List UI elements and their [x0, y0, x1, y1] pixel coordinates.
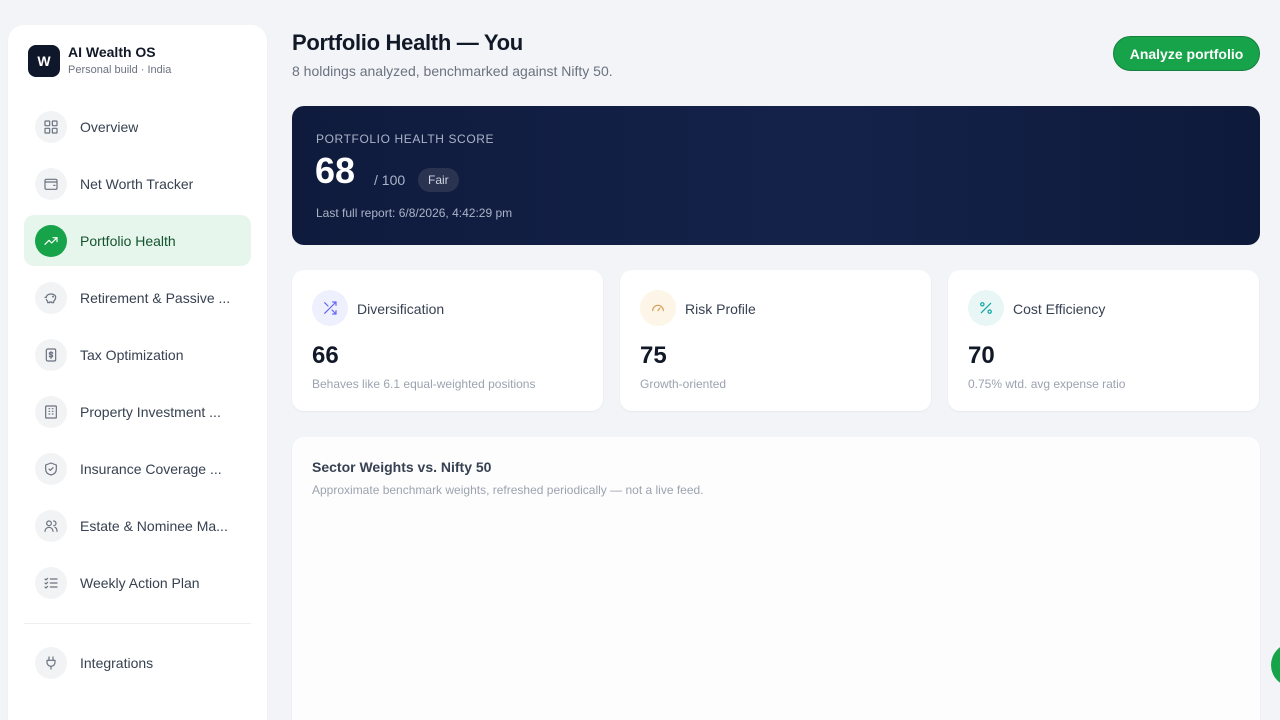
- wallet-icon: [35, 167, 67, 200]
- diversification-card[interactable]: Diversification 66 Behaves like 6.1 equa…: [292, 270, 603, 411]
- metric-value: 66: [312, 342, 339, 369]
- sidebar-item-weekly-action-plan[interactable]: Weekly Action Plan: [24, 557, 251, 608]
- health-score-card: PORTFOLIO HEALTH SCORE 68 / 100 Fair Las…: [292, 106, 1260, 245]
- shield-icon: [35, 452, 67, 485]
- last-report-timestamp: Last full report: 6/8/2026, 4:42:29 pm: [316, 206, 513, 220]
- sidebar-divider: [24, 623, 251, 624]
- sidebar-item-insurance-coverage[interactable]: Insurance Coverage ...: [24, 443, 251, 494]
- sidebar-item-label: Portfolio Health: [80, 232, 176, 249]
- plug-icon: [35, 646, 67, 679]
- sidebar-nav: Overview Net Worth Tracker Portfolio Hea…: [24, 101, 251, 614]
- piggy-bank-icon: [35, 281, 67, 314]
- sidebar-item-tax-optimization[interactable]: Tax Optimization: [24, 329, 251, 380]
- app-name: AI Wealth OS: [68, 44, 156, 60]
- sector-weights-title: Sector Weights vs. Nifty 50: [312, 459, 492, 475]
- app-subtitle: Personal build · India: [68, 64, 172, 76]
- sidebar-item-integrations[interactable]: Integrations: [24, 637, 251, 688]
- metric-value: 70: [968, 342, 995, 369]
- sector-weights-subtitle: Approximate benchmark weights, refreshed…: [312, 483, 704, 497]
- health-score-label: PORTFOLIO HEALTH SCORE: [316, 132, 495, 146]
- sidebar-item-label: Net Worth Tracker: [80, 175, 194, 192]
- metric-description: 0.75% wtd. avg expense ratio: [968, 377, 1126, 391]
- sidebar-item-label: Tax Optimization: [80, 346, 184, 363]
- metric-description: Behaves like 6.1 equal-weighted position…: [312, 377, 536, 391]
- sidebar-item-portfolio-health[interactable]: Portfolio Health: [24, 215, 251, 266]
- sidebar-item-label: Integrations: [80, 654, 154, 671]
- building-icon: [35, 395, 67, 428]
- metric-value: 75: [640, 342, 667, 369]
- sidebar-item-label: Estate & Nominee Ma...: [80, 517, 228, 534]
- sidebar-item-label: Property Investment ...: [80, 403, 221, 420]
- sidebar-item-estate-nominee[interactable]: Estate & Nominee Ma...: [24, 500, 251, 551]
- page-title: Portfolio Health — You: [292, 30, 523, 55]
- metric-title: Cost Efficiency: [1013, 301, 1106, 317]
- sidebar-item-label: Insurance Coverage ...: [80, 460, 222, 477]
- sector-weights-card: Sector Weights vs. Nifty 50 Approximate …: [292, 437, 1260, 720]
- brand-text: AI Wealth OS Personal build · India: [68, 43, 171, 78]
- metric-title: Risk Profile: [685, 301, 756, 317]
- cost-efficiency-card[interactable]: Cost Efficiency 70 0.75% wtd. avg expens…: [948, 270, 1259, 411]
- analyze-portfolio-button[interactable]: Analyze portfolio: [1113, 36, 1260, 71]
- list-checks-icon: [35, 566, 67, 599]
- shuffle-icon: [312, 290, 348, 326]
- sidebar-bottom-nav: Integrations: [24, 637, 251, 694]
- sidebar-item-label: Weekly Action Plan: [80, 574, 200, 591]
- sidebar-item-retirement[interactable]: Retirement & Passive ...: [24, 272, 251, 323]
- sidebar-item-label: Overview: [80, 118, 139, 135]
- sidebar-item-property-investment[interactable]: Property Investment ...: [24, 386, 251, 437]
- health-rating-badge: Fair: [418, 168, 459, 192]
- brand-logo: W: [28, 44, 60, 77]
- metric-description: Growth-oriented: [640, 377, 727, 391]
- risk-profile-card[interactable]: Risk Profile 75 Growth-oriented: [620, 270, 931, 411]
- gauge-icon: [640, 290, 676, 326]
- health-score-value: 68: [315, 150, 356, 191]
- trending-up-icon: [35, 224, 67, 257]
- page-subtitle: 8 holdings analyzed, benchmarked against…: [292, 63, 613, 79]
- brand[interactable]: W AI Wealth OS Personal build · India: [28, 43, 171, 78]
- receipt-icon: [35, 338, 67, 371]
- sidebar-item-overview[interactable]: Overview: [24, 101, 251, 152]
- sidebar-item-label: Retirement & Passive ...: [80, 289, 231, 306]
- floating-action-button[interactable]: [1271, 643, 1280, 687]
- health-score-max: / 100: [374, 172, 406, 188]
- users-icon: [35, 509, 67, 542]
- sidebar-item-net-worth-tracker[interactable]: Net Worth Tracker: [24, 158, 251, 209]
- grid-icon: [35, 110, 67, 143]
- percent-icon: [968, 290, 1004, 326]
- sidebar: W AI Wealth OS Personal build · India Ov…: [8, 25, 267, 720]
- metric-title: Diversification: [357, 301, 445, 317]
